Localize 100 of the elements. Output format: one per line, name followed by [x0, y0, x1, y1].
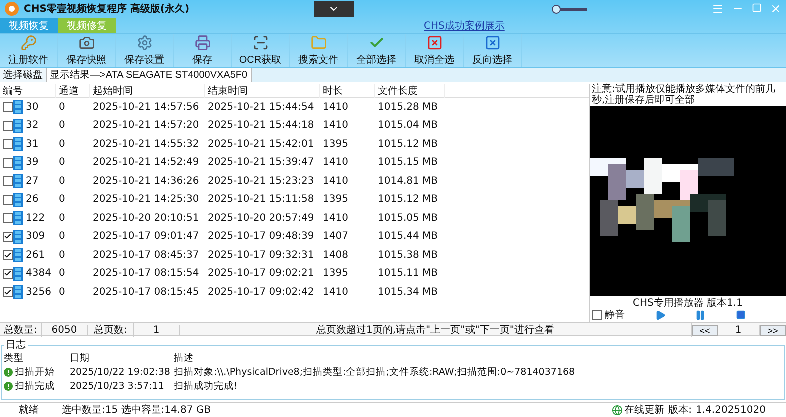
- table-cell-text: 2025-10-17 08:15:45: [92, 286, 200, 298]
- table-cell-text: 3256: [25, 286, 52, 298]
- column-header[interactable]: 起始时间: [90, 84, 205, 98]
- column-header[interactable]: 通道: [56, 84, 90, 98]
- toolbar-button[interactable]: 保存: [174, 34, 232, 67]
- log-type: 扫描完成: [15, 380, 55, 393]
- table-cell-text: 2025-10-17 09:32:31: [207, 250, 316, 261]
- film-icon: [13, 211, 23, 226]
- table-cell-text: 2025-10-20 20:57:49: [207, 212, 316, 224]
- pause-icon[interactable]: [695, 310, 706, 320]
- printer-icon: [194, 34, 210, 50]
- checkbox[interactable]: [3, 102, 13, 112]
- play-icon[interactable]: [654, 310, 666, 320]
- folder-icon: [310, 34, 326, 50]
- checkbox[interactable]: [3, 139, 13, 150]
- toolbar-button[interactable]: 注册软件: [0, 34, 58, 67]
- toolbar-button[interactable]: 保存快照: [58, 34, 116, 67]
- version-label: 版本:: [668, 404, 692, 417]
- table-cell-text: 2025-10-17 09:48:39: [207, 231, 316, 242]
- info-icon: [4, 368, 13, 377]
- table-cell-text: 31: [25, 138, 39, 150]
- logo-icon: [4, 1, 20, 17]
- dropdown-button[interactable]: [314, 1, 354, 17]
- status-text: 就绪: [18, 404, 40, 417]
- mute-checkbox[interactable]: 静音: [592, 308, 625, 322]
- toolbar-button[interactable]: OCR获取: [232, 34, 290, 67]
- film-icon: [13, 248, 23, 262]
- column-header: 类型: [4, 352, 25, 365]
- checkbox[interactable]: [3, 213, 13, 224]
- film-icon: [13, 156, 23, 170]
- table-cell-text: 2025-10-21 15:44:18: [207, 120, 316, 132]
- checkbox[interactable]: [3, 268, 13, 279]
- table-cell-text: 2025-10-21 14:25:30: [92, 194, 200, 206]
- table-cell-text: 2025-10-21 15:42:01: [207, 138, 316, 150]
- checkbox[interactable]: [3, 120, 13, 131]
- table-cell-text: 0: [58, 138, 66, 150]
- table-cell-text: 0: [58, 268, 66, 280]
- table-cell-text: 2025-10-21 15:44:54: [207, 102, 316, 113]
- log-date: 2025/10/22 19:02:38: [70, 367, 172, 378]
- table-cell-text: 0: [58, 212, 66, 224]
- table-cell-text: 1015.38 MB: [377, 250, 440, 261]
- table-cell-text: 1408: [322, 250, 350, 261]
- slider-thumb[interactable]: [552, 4, 561, 14]
- checkbox[interactable]: [3, 176, 13, 186]
- trial-note: 注意:试用播放仅能播放多媒体文件的前几秒,注册保存后即可全部: [591, 84, 776, 106]
- checkbox[interactable]: [3, 232, 13, 242]
- table-cell-text: 1014.81 MB: [377, 176, 440, 187]
- next-page-button[interactable]: >>: [760, 324, 786, 336]
- film-icon: [13, 230, 23, 244]
- checkbox[interactable]: [3, 287, 13, 298]
- toolbar-button[interactable]: 取消全选: [406, 34, 464, 67]
- table-cell-text: 1015.12 MB: [377, 138, 440, 150]
- selection-info: 选中数量:15 选中容量:14.87 GB: [62, 404, 212, 417]
- globe-icon: [612, 404, 623, 416]
- total-count: 6050: [42, 324, 88, 336]
- tab[interactable]: 显示结果—>ATA SEAGATE ST4000VXA5F0: [47, 68, 252, 82]
- case-link[interactable]: CHS成功案例展示: [424, 18, 505, 32]
- table-cell-text: 1015.04 MB: [377, 120, 440, 132]
- table-cell-text: 30: [25, 102, 39, 113]
- table-cell-text: 309: [25, 231, 46, 242]
- table-cell-text: 26: [25, 194, 39, 206]
- table-cell-text: 2025-10-21 15:11:58: [207, 194, 316, 206]
- table-cell-text: 2025-10-21 14:52:49: [92, 157, 200, 168]
- table-cell-text: 122: [25, 212, 46, 224]
- tab[interactable]: 选择磁盘: [0, 68, 47, 82]
- table-cell-text: 1015.34 MB: [377, 286, 440, 298]
- toolbar-button[interactable]: 搜索文件: [290, 34, 348, 67]
- toolbar-button[interactable]: 保存设置: [116, 34, 174, 67]
- table-cell-text: 1395: [322, 194, 350, 206]
- info-icon: [4, 382, 13, 391]
- table-cell-text: 39: [25, 157, 39, 168]
- table-cell-text: 0: [58, 157, 66, 168]
- table-cell-text: 1015.15 MB: [377, 157, 440, 168]
- stop-icon[interactable]: [736, 310, 746, 320]
- checkbox[interactable]: [3, 158, 13, 168]
- table-cell-text: 1410: [322, 176, 350, 187]
- column-header[interactable]: 编号: [0, 84, 56, 98]
- x-box-icon: [484, 34, 500, 50]
- scanner-icon: [252, 34, 268, 50]
- column-header[interactable]: 结束时间: [205, 84, 320, 98]
- table-cell-text: 32: [25, 120, 39, 132]
- table-cell-text: 0: [58, 176, 66, 187]
- film-icon: [13, 137, 23, 152]
- toolbar-button[interactable]: 全部选择: [348, 34, 406, 67]
- toolbar-button[interactable]: 反向选择: [464, 34, 522, 67]
- table-cell-text: 2025-10-17 08:15:54: [92, 268, 200, 280]
- table-cell-text: 2025-10-21 14:36:26: [92, 176, 200, 187]
- table-cell-text: 1410: [322, 157, 350, 168]
- table-cell-text: 2025-10-21 14:57:20: [92, 120, 200, 132]
- log-description: 扫描对象:\\.\PhysicalDrive8;扫描类型:全部扫描;文件系统:RAW;扫描范围:0~7814037168: [174, 366, 576, 379]
- checkbox[interactable]: [3, 194, 13, 205]
- column-header[interactable]: 时长: [320, 84, 375, 98]
- column-header[interactable]: 文件长度: [375, 84, 445, 98]
- update-link[interactable]: 在线更新: [612, 403, 665, 417]
- log-type: 扫描开始: [15, 366, 55, 379]
- table-cell-text: 1015.28 MB: [377, 102, 440, 113]
- prev-page-button[interactable]: <<: [692, 324, 718, 336]
- checkbox[interactable]: [3, 250, 13, 260]
- table-cell-text: 1015.05 MB: [377, 212, 440, 224]
- gear-icon: [136, 34, 152, 50]
